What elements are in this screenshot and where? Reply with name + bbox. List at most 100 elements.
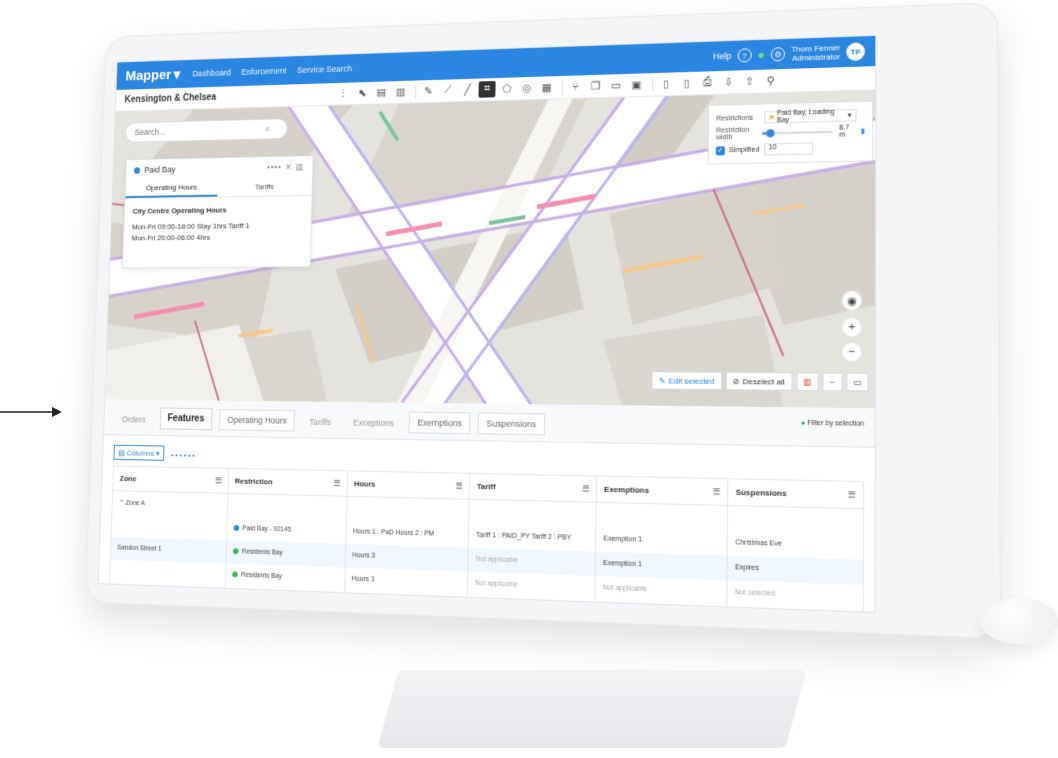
upload-icon[interactable]: ⇧ — [740, 73, 758, 90]
cell-tariff[interactable] — [469, 499, 597, 527]
toolbar-divider — [561, 80, 564, 94]
doc-icon[interactable]: ▯ — [657, 75, 675, 92]
crop-icon[interactable]: ⌗ — [478, 80, 496, 98]
map-view[interactable]: ⌕ Paid Bay •••• ✕ ▥ Operating Hours Tari… — [105, 90, 877, 409]
hours-line: Mon-Fri 20:00-06:00 4hrs — [131, 233, 211, 243]
feature-color-dot — [133, 166, 141, 174]
tab-operating-hours[interactable]: Operating Hours — [219, 409, 296, 432]
columns-button[interactable]: ▤ Columns ▾ — [113, 444, 165, 461]
search-icon[interactable]: ⌕ — [265, 124, 270, 134]
simplify-checkbox[interactable]: ✓ — [715, 145, 725, 155]
tab-features[interactable]: Features — [159, 407, 213, 431]
tab-orders[interactable]: Orders — [115, 410, 153, 429]
minus-icon: − — [829, 377, 835, 387]
nav-dashboard[interactable]: Dashboard — [192, 68, 231, 79]
layers-icon[interactable]: ▤ — [373, 84, 390, 101]
trash-icon[interactable]: ▥ — [296, 162, 305, 172]
more-icon[interactable]: ⋮ — [335, 85, 352, 102]
operating-hours-heading: City Centre Operating Hours — [132, 205, 227, 216]
more-dots-icon[interactable]: •••• — [267, 162, 282, 172]
question-icon[interactable]: ? — [737, 48, 752, 63]
user-info[interactable]: Thom Fenner Administrator — [791, 43, 840, 63]
paste-icon[interactable]: ▭ — [607, 77, 625, 94]
brand-menu[interactable]: Mapper ▾ — [125, 66, 180, 84]
header-zone[interactable]: Zone ☰ — [112, 465, 229, 494]
mouse — [980, 598, 1058, 644]
lock-icon[interactable]: ▮ — [861, 127, 865, 135]
download-icon[interactable]: ⇩ — [719, 73, 737, 90]
filter-icon: ☰ — [333, 478, 341, 488]
tab-tariffs[interactable]: Tariffs — [302, 412, 339, 432]
width-label: Restriction width — [715, 126, 750, 142]
slider-knob[interactable] — [766, 129, 775, 138]
line-icon[interactable]: ⟋ — [439, 82, 456, 99]
cell-zone[interactable]: ⌃ Zone A — [111, 490, 228, 517]
header-tariff[interactable]: Tariff ☰ — [469, 473, 597, 503]
shape-icon[interactable]: ⬠ — [498, 80, 515, 97]
cell-suspensions[interactable] — [727, 505, 864, 534]
split-icon[interactable]: ⑂ — [567, 78, 585, 95]
chevron-down-icon: ▾ — [847, 112, 852, 120]
user-role: Administrator — [791, 52, 841, 63]
toolbar-divider — [415, 84, 417, 99]
cell-restriction[interactable] — [227, 493, 347, 520]
screen: Mapper ▾ Dashboard Enforcement Service S… — [97, 34, 877, 613]
cell-hours[interactable] — [343, 590, 468, 613]
area-title: Kensington & Chelsea — [124, 92, 217, 106]
header-restriction[interactable]: Restriction ☰ — [227, 468, 348, 497]
pen-icon[interactable]: ✎ — [420, 83, 437, 100]
pin-icon[interactable]: ⚲ — [762, 72, 780, 89]
select-icon[interactable]: ⬉ — [354, 85, 371, 102]
tab-exemptions[interactable]: Exemptions — [408, 411, 471, 435]
header-suspensions[interactable]: Suspensions ☰ — [727, 478, 864, 509]
tab-suspensions[interactable]: Suspensions — [477, 412, 545, 436]
header-exemptions[interactable]: Exemptions ☰ — [596, 476, 728, 506]
edit-selected-label: Edit selected — [668, 375, 715, 386]
table-icon[interactable]: ▣ — [628, 76, 646, 93]
target-icon[interactable]: ◎ — [518, 80, 535, 97]
restrictions-select[interactable]: ■ Paid Bay, Loading Bay ▾ — [764, 109, 857, 124]
monitor: Mapper ▾ Dashboard Enforcement Service S… — [84, 2, 1002, 640]
map-search[interactable]: ⌕ — [124, 118, 288, 143]
nav-service-search[interactable]: Service Search — [297, 64, 352, 75]
feature-panel-body: City Centre Operating Hours Mon-Fri 09:0… — [123, 196, 311, 252]
print-icon[interactable]: ⎙ — [698, 74, 716, 91]
close-icon[interactable]: ✕ — [285, 162, 293, 172]
zoom-out-icon[interactable]: − — [841, 341, 863, 363]
trash-icon: ▥ — [803, 376, 812, 387]
header-hours[interactable]: Hours ☰ — [346, 470, 471, 500]
cell-zone[interactable]: Old Street 1 — [108, 582, 226, 610]
filter-icon: ☰ — [215, 476, 222, 486]
width-slider[interactable] — [762, 129, 834, 138]
cell-restriction[interactable] — [224, 586, 345, 613]
tab-exceptions[interactable]: Exceptions — [346, 413, 402, 433]
draw-icon[interactable]: ╱ — [459, 82, 476, 99]
filter-label: Filter by selection — [807, 419, 865, 428]
help-label[interactable]: Help — [713, 51, 732, 61]
search-input[interactable] — [134, 124, 266, 138]
cell-hours[interactable] — [346, 496, 470, 524]
tab-tariffs[interactable]: Tariffs — [217, 177, 312, 197]
deselect-all-button[interactable]: ⊘ Deselect all — [725, 371, 793, 391]
zoom-in-icon[interactable]: + — [841, 317, 863, 338]
delete-button[interactable]: ▥ — [796, 372, 819, 392]
nav-enforcement[interactable]: Enforcement — [241, 66, 286, 77]
expand-button[interactable]: ▭ — [846, 372, 869, 392]
collapse-button[interactable]: − — [822, 372, 843, 392]
grid-icon[interactable]: ▦ — [538, 79, 555, 96]
cell-exemptions[interactable] — [596, 502, 728, 531]
restrictions-label: Restrictions — [716, 114, 753, 123]
avatar[interactable]: TF — [846, 42, 865, 62]
edit-selected-button[interactable]: ✎ Edit selected — [651, 371, 722, 391]
tab-operating-hours[interactable]: Operating Hours — [125, 178, 218, 199]
copy-icon[interactable]: ❐ — [587, 78, 605, 95]
filter-by-selection[interactable]: ● Filter by selection — [801, 420, 864, 441]
simplify-input[interactable]: 10 — [764, 142, 814, 156]
gear-icon[interactable]: ⚙ — [770, 47, 786, 62]
deselect-all-label: Deselect all — [742, 376, 785, 387]
files-icon[interactable]: ▯ — [678, 75, 696, 92]
status-icon[interactable]: ● — [757, 48, 764, 62]
group-icon[interactable]: ▥ — [392, 84, 409, 101]
simplify-row: ✓ Simplified 10 — [715, 139, 865, 158]
compass-icon[interactable]: ◉ — [841, 290, 863, 311]
